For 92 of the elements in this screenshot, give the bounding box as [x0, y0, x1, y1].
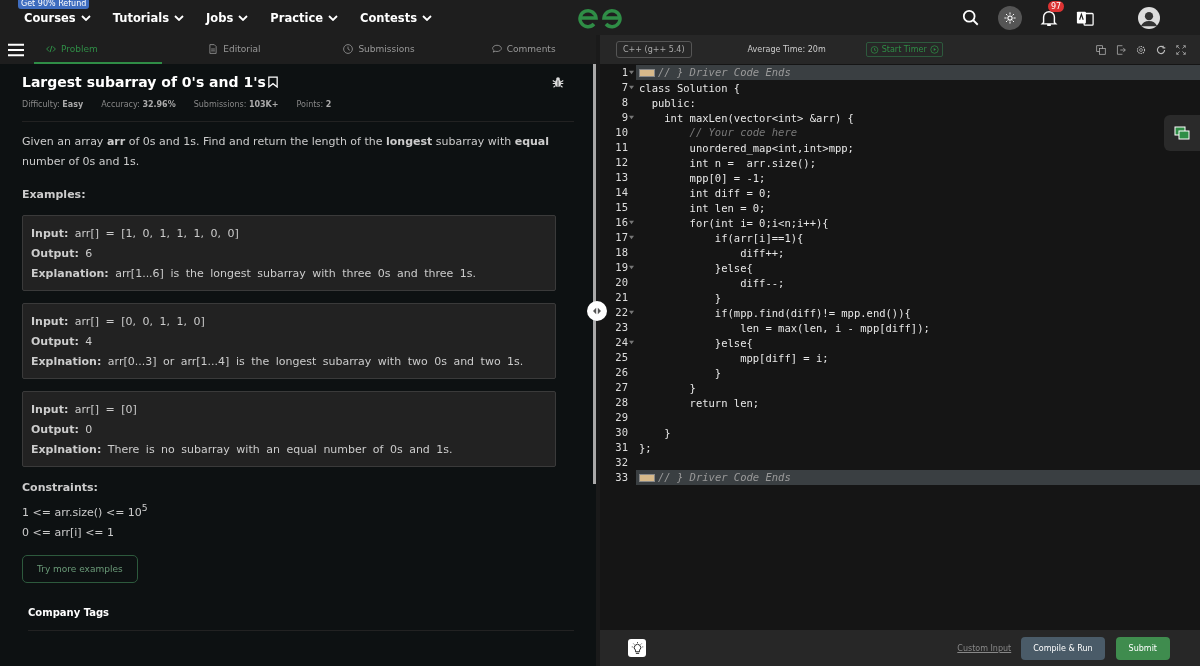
promo-badge[interactable]: Get 90% Refund — [18, 0, 90, 9]
code-line: return len; — [688, 396, 760, 411]
code-line: int len = 0; — [688, 201, 766, 216]
start-timer-button[interactable]: Start Timer — [865, 42, 943, 57]
line-number: 31 — [615, 440, 628, 455]
nav-link[interactable]: Practice — [270, 10, 339, 25]
code-line: int maxLen(vector<int> &arr) { — [663, 111, 854, 126]
submit-button[interactable]: Submit — [1115, 636, 1170, 660]
tab[interactable]: Editorial — [162, 35, 307, 64]
code-line: }else{ — [713, 261, 753, 276]
nav-link[interactable]: Tutorials — [112, 10, 185, 25]
example-line: Output: 0 — [31, 422, 94, 438]
code-line: for(int i= 0;i<n;i++){ — [688, 216, 829, 231]
line-number: 24 — [615, 335, 628, 350]
code-line: class Solution { — [639, 81, 741, 96]
line-number: 29 — [615, 410, 628, 425]
line-number: 21 — [615, 290, 628, 305]
tab[interactable]: Problem — [34, 35, 162, 64]
line-number: 1 — [621, 65, 628, 80]
line-number: 7 — [621, 80, 628, 95]
problem-stat: Points: 2 — [296, 100, 332, 109]
problem-stat: Submissions: 103K+ — [193, 100, 279, 109]
company-tags-heading[interactable]: Company Tags — [28, 606, 574, 618]
line-number: 16 — [615, 215, 628, 230]
code-line: } — [663, 426, 671, 441]
code-line: // } Driver Code Ends — [658, 470, 791, 485]
line-number: 13 — [615, 170, 628, 185]
line-number: 27 — [615, 380, 628, 395]
tab[interactable]: Comments — [451, 35, 596, 64]
code-line: public: — [650, 96, 696, 111]
code-line: } — [688, 381, 696, 396]
line-number: 12 — [615, 155, 628, 170]
line-number: 10 — [615, 125, 628, 140]
line-number: 17 — [615, 230, 628, 245]
line-number: 28 — [615, 395, 628, 410]
example-line: Input: arr[] = [1, 0, 1, 1, 1, 0, 0] — [31, 226, 240, 242]
constraint: 1 <= arr.size() <= 10$^{5}$ — [22, 501, 149, 521]
line-number: 23 — [615, 320, 628, 335]
line-number: 18 — [615, 245, 628, 260]
code-line: unordered_map<int,int>mpp; — [688, 141, 854, 156]
tab[interactable]: Submissions — [306, 35, 452, 64]
code-line: } — [713, 291, 722, 306]
line-number: 11 — [615, 140, 628, 155]
line-number: 25 — [615, 350, 628, 365]
example-line: Input: arr[] = [0] — [31, 402, 138, 418]
nav-link[interactable]: Courses — [24, 10, 91, 25]
code-line: diff--; — [739, 276, 785, 291]
try-more-examples-button[interactable]: Try more examples — [22, 554, 138, 583]
section-heading: Examples: — [22, 188, 87, 201]
code-line: diff++; — [739, 246, 785, 261]
nav-link[interactable]: Contests — [360, 10, 433, 25]
constraint: 0 <= arr[i] <= 1 — [22, 524, 116, 541]
problem-stat: Difficulty: Easy — [22, 100, 84, 109]
example-line: Output: 4 — [31, 334, 94, 350]
problem-stat: Accuracy: 32.96% — [101, 100, 176, 109]
line-number: 20 — [615, 275, 628, 290]
line-number: 14 — [615, 185, 628, 200]
code-line: if(arr[i]==1){ — [713, 231, 804, 246]
line-number: 33 — [615, 470, 628, 485]
average-time: Average Time: 20m — [747, 45, 826, 54]
example-line: Explnation: There is no subarray with an equal number of 0s and 1s. — [31, 442, 454, 458]
nav-link[interactable]: Jobs — [206, 10, 249, 25]
language-dropdown[interactable]: C++ (g++ 5.4) — [616, 41, 692, 58]
line-number: 22 — [615, 305, 628, 320]
code-line: }else{ — [713, 336, 753, 351]
compile-and-run-button[interactable]: Compile & Run — [1021, 636, 1105, 660]
example-line: Explanation: arr[1...6] is the longest subarray with three 0s and three 1s. — [31, 266, 477, 282]
code-line: len = max(len, i - mpp[diff]); — [739, 321, 930, 336]
line-number: 8 — [621, 95, 628, 110]
notification-count: 97 — [1048, 0, 1065, 12]
line-number: 9 — [621, 110, 628, 125]
code-line: // Your code here — [688, 125, 798, 140]
line-number: 26 — [615, 365, 628, 380]
code-line: // } Driver Code Ends — [658, 65, 791, 80]
line-number: 15 — [615, 200, 628, 215]
line-number: 30 — [615, 425, 628, 440]
line-number: 32 — [615, 455, 628, 470]
code-line: if(mpp.find(diff)!= mpp.end()){ — [713, 306, 911, 321]
code-line: mpp[diff] = i; — [739, 351, 829, 366]
problem-title: Largest subarray of 0's and 1's — [22, 74, 266, 90]
problem-description: Given an array arr of 0s and 1s. Find and return the length of the longest subarray with equal number of 0s and 1s. — [22, 134, 551, 170]
code-line: int n = arr.size(); — [688, 156, 816, 171]
example-line: Explnation: arr[0...3] or arr[1...4] is the longest subarray with two 0s and two 1s. — [31, 354, 525, 370]
code-line: mpp[0] = -1; — [688, 171, 766, 186]
line-number: 19 — [615, 260, 628, 275]
code-line: }; — [639, 441, 652, 456]
section-heading: Constraints: — [22, 481, 99, 494]
code-line: } — [713, 366, 722, 381]
code-line: int diff = 0; — [688, 186, 772, 201]
custom-input-link[interactable]: Custom Input — [957, 643, 1012, 653]
example-line: Output: 6 — [31, 246, 94, 262]
example-line: Input: arr[] = [0, 0, 1, 1, 0] — [31, 314, 206, 330]
